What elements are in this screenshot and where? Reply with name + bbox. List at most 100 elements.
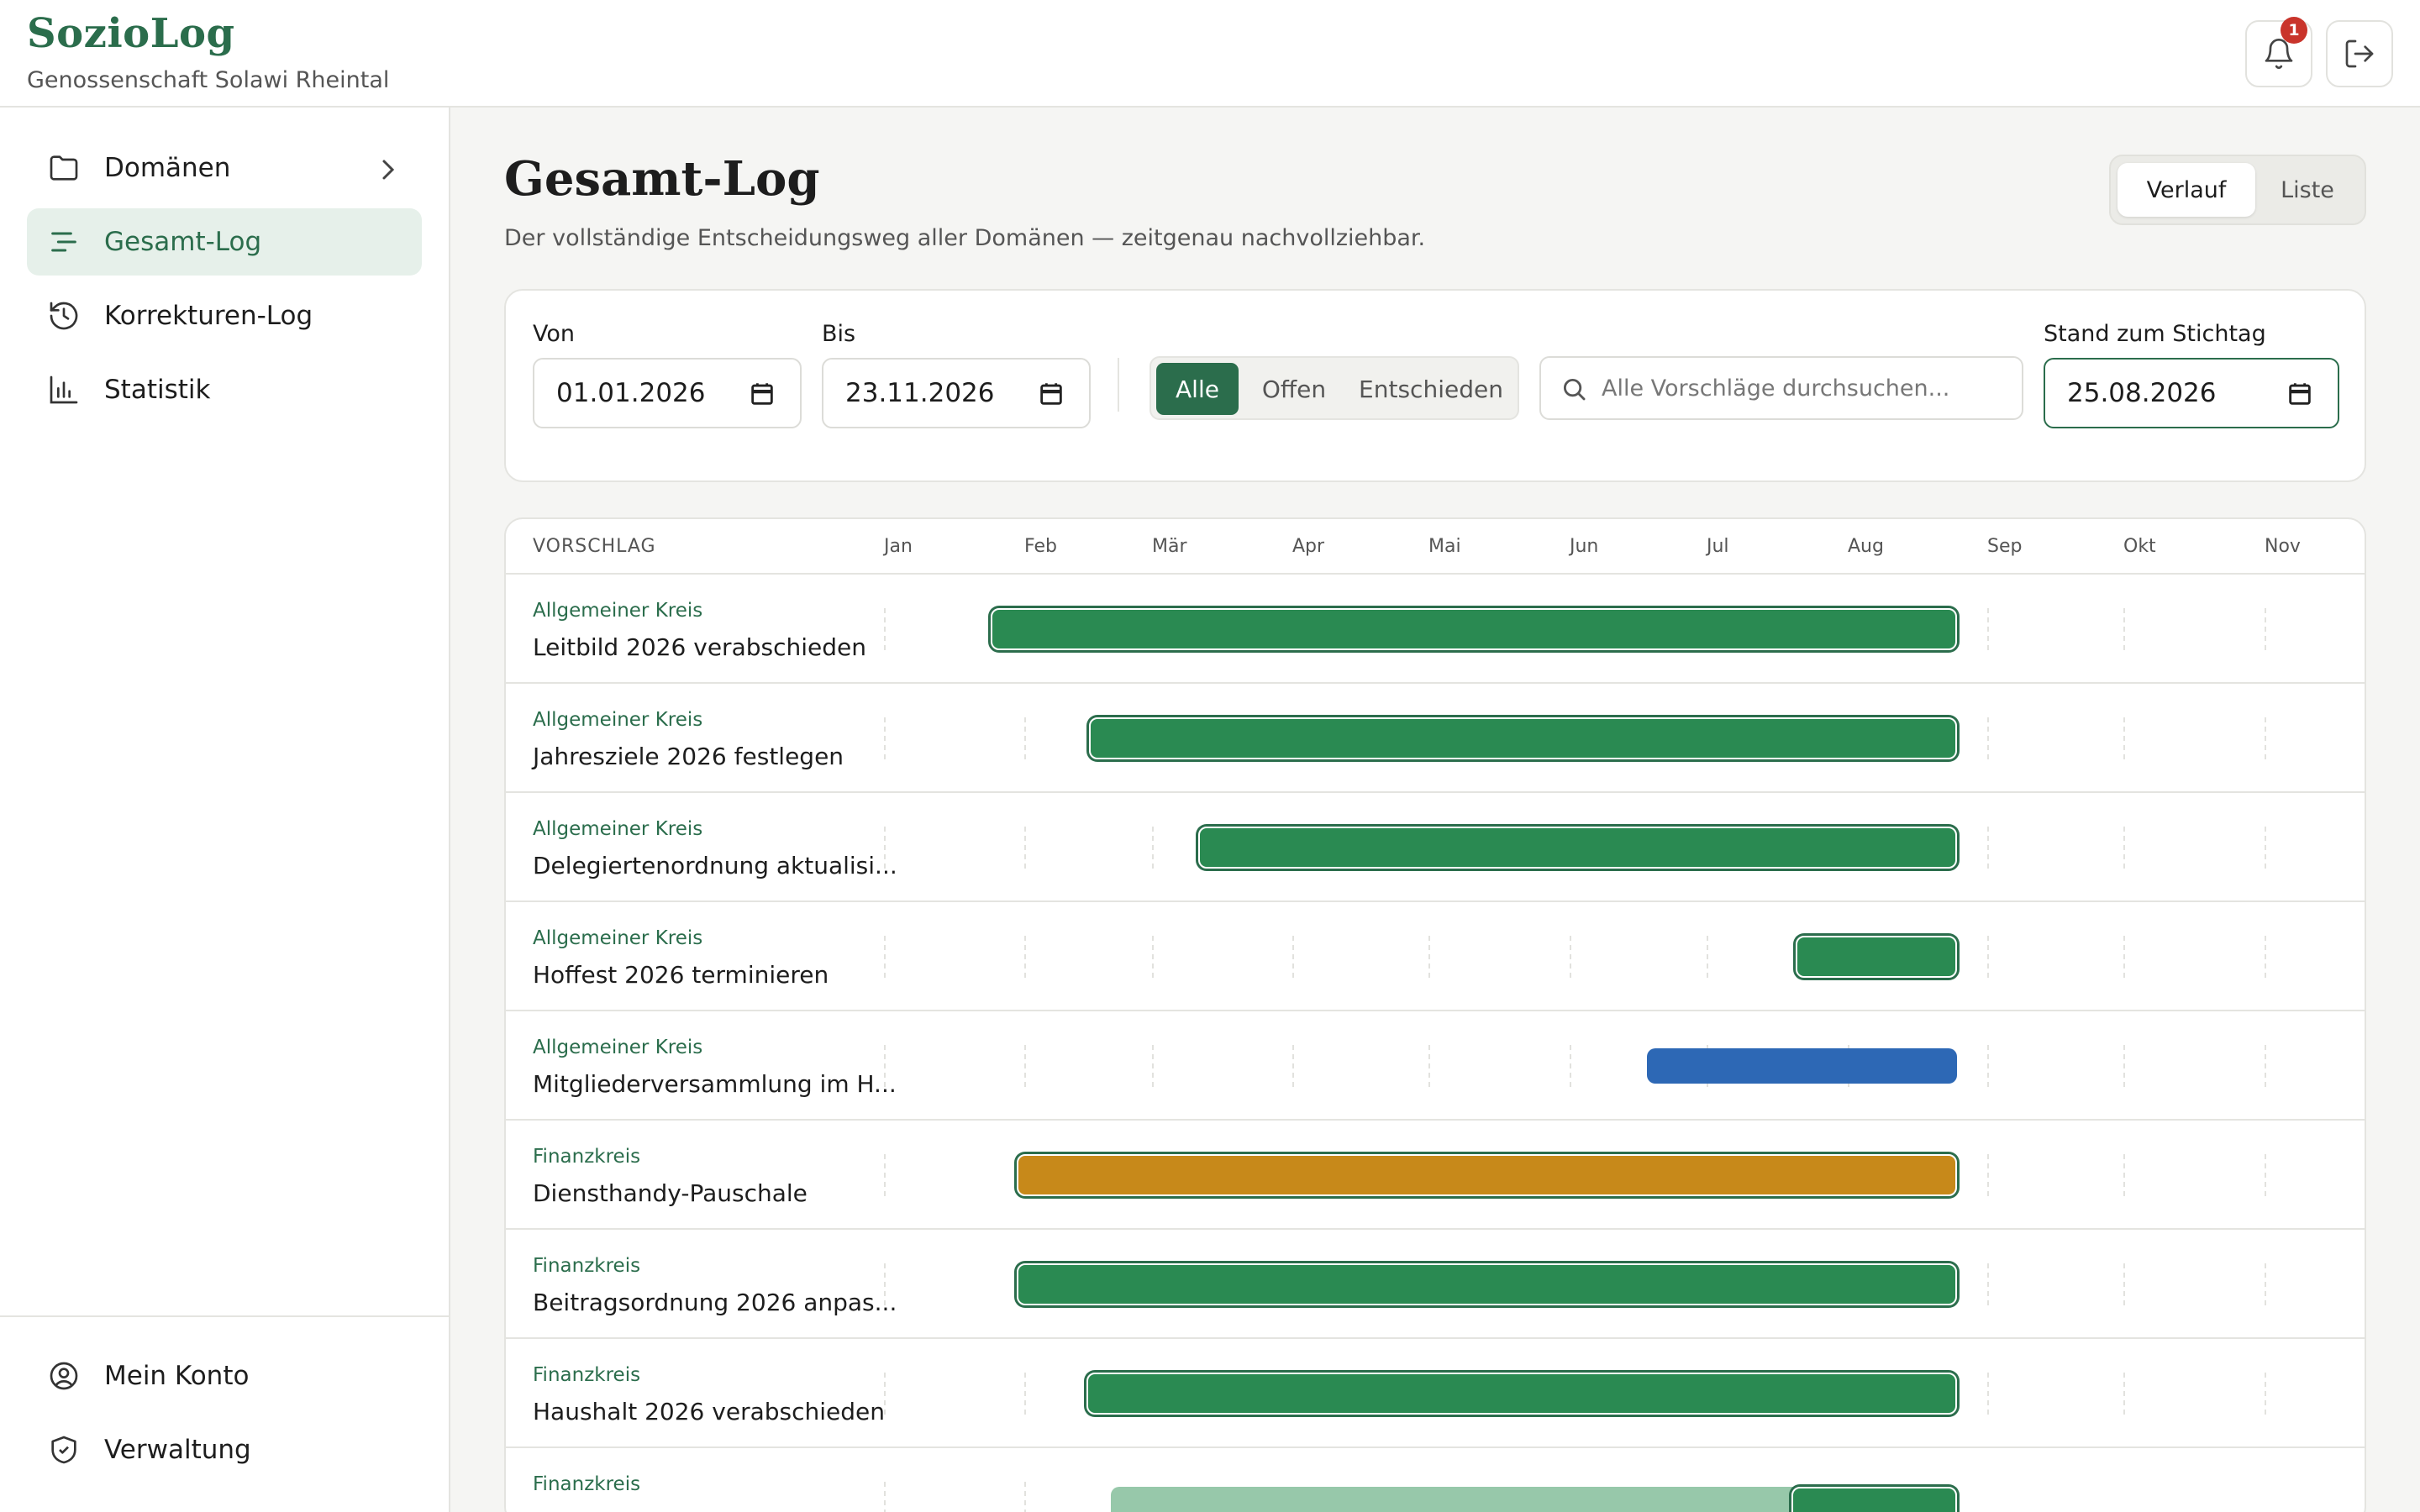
list-icon — [51, 232, 76, 252]
month-gridline — [1024, 1373, 1026, 1415]
month-gridline — [2123, 717, 2125, 759]
status-filter: Alle Offen Entschieden — [1150, 356, 1519, 420]
page-title: Gesamt-Log — [504, 151, 820, 207]
month-gridline — [1987, 936, 1989, 978]
timeline-row[interactable]: Finanzkreis Haushalt 2026 verabschieden — [506, 1339, 2365, 1448]
month-gridline — [884, 827, 886, 869]
calendar-icon[interactable] — [2286, 380, 2314, 408]
row-title: Mitgliederversammlung im H... — [533, 1070, 897, 1098]
notifications-button[interactable]: 1 — [2245, 17, 2312, 87]
timeline-row[interactable]: Finanzkreis Diensthandy-Pauschale — [506, 1121, 2365, 1230]
view-toggle: Verlauf Liste — [2109, 155, 2366, 225]
month-gridline — [1987, 717, 1989, 759]
month-gridline — [1024, 717, 1026, 759]
month-gridline — [1570, 936, 1571, 978]
row-domain: Finanzkreis — [533, 1473, 641, 1495]
month-label: Apr — [1292, 536, 1325, 557]
sidebar-item-verwaltung[interactable]: Verwaltung — [27, 1416, 422, 1483]
logout-icon — [2345, 39, 2374, 68]
month-gridline — [884, 1045, 886, 1087]
sidebar-item-label: Verwaltung — [104, 1435, 251, 1465]
from-date-label: Von — [533, 321, 576, 347]
filter-panel: Von 01.01.2026 Bis 23.11.2026 Alle Offen… — [504, 289, 2366, 482]
row-title: Beitragsordnung 2026 anpas... — [533, 1289, 897, 1316]
sidebar-divider — [0, 1315, 449, 1317]
timeline-row[interactable]: Allgemeiner Kreis Leitbild 2026 verabsch… — [506, 575, 2365, 684]
month-gridline — [1024, 1045, 1026, 1087]
month-label: Mai — [1428, 536, 1461, 557]
proposal-bar-open[interactable] — [1647, 1048, 1957, 1084]
proposal-bar[interactable] — [1089, 717, 1957, 759]
month-label: Nov — [2265, 536, 2301, 557]
month-gridline — [1024, 1482, 1026, 1512]
row-domain: Allgemeiner Kreis — [533, 709, 703, 731]
shield-icon — [51, 1436, 76, 1464]
to-date-input[interactable]: 23.11.2026 — [822, 358, 1091, 428]
month-gridline — [884, 1154, 886, 1196]
month-gridline — [884, 1263, 886, 1305]
calendar-icon[interactable] — [748, 380, 776, 408]
app-header: SozioLog Genossenschaft Solawi Rheintal … — [0, 0, 2420, 108]
search-placeholder: Alle Vorschläge durchsuchen... — [1602, 375, 1950, 402]
sidebar-item-mein-konto[interactable]: Mein Konto — [27, 1342, 422, 1410]
row-domain: Finanzkreis — [533, 1146, 641, 1168]
month-label: Feb — [1024, 536, 1057, 557]
chevron-right-icon — [382, 160, 395, 180]
sidebar-item-korrekturen-log[interactable]: Korrekturen-Log — [27, 282, 422, 349]
from-date-value: 01.01.2026 — [556, 378, 706, 408]
month-label: Jan — [884, 536, 913, 557]
month-gridline — [1707, 936, 1708, 978]
sidebar-item-statistik[interactable]: Statistik — [27, 356, 422, 423]
month-gridline — [1024, 936, 1026, 978]
history-icon — [50, 302, 78, 330]
timeline-row[interactable]: Allgemeiner Kreis Delegiertenordnung akt… — [506, 793, 2365, 902]
app-logo[interactable]: SozioLog — [27, 10, 235, 57]
month-label: Mär — [1152, 536, 1187, 557]
row-domain: Finanzkreis — [533, 1255, 641, 1277]
proposal-bar[interactable] — [1791, 1487, 1957, 1512]
proposal-bar[interactable] — [1796, 936, 1957, 978]
month-gridline — [2265, 936, 2266, 978]
sidebar-item-label: Korrekturen-Log — [104, 301, 313, 331]
proposal-bar[interactable] — [1017, 1263, 1957, 1305]
proposal-bar[interactable] — [991, 608, 1957, 650]
status-entschieden-button[interactable]: Entschieden — [1349, 363, 1512, 415]
timeline-row[interactable]: Finanzkreis — [506, 1448, 2365, 1512]
proposal-bar[interactable] — [1198, 827, 1957, 869]
month-gridline — [2123, 1045, 2125, 1087]
proposal-bar[interactable] — [1017, 1154, 1957, 1196]
logout-button[interactable] — [2326, 20, 2393, 87]
calendar-icon[interactable] — [1037, 380, 1065, 408]
month-gridline — [884, 936, 886, 978]
timeline-row[interactable]: Finanzkreis Beitragsordnung 2026 anpas..… — [506, 1230, 2365, 1339]
month-gridline — [2265, 1263, 2266, 1305]
from-date-input[interactable]: 01.01.2026 — [533, 358, 802, 428]
month-gridline — [1987, 827, 1989, 869]
to-date-label: Bis — [822, 321, 856, 347]
month-gridline — [1570, 1045, 1571, 1087]
status-offen-button[interactable]: Offen — [1247, 363, 1341, 415]
proposal-bar[interactable] — [1086, 1373, 1957, 1415]
month-label: Jul — [1707, 536, 1729, 557]
month-gridline — [1152, 936, 1154, 978]
timeline-row[interactable]: Allgemeiner Kreis Hoffest 2026 terminier… — [506, 902, 2365, 1011]
to-date-value: 23.11.2026 — [845, 378, 995, 408]
row-title: Diensthandy-Pauschale — [533, 1179, 808, 1207]
status-alle-button[interactable]: Alle — [1156, 363, 1239, 415]
row-title: Jahresziele 2026 festlegen — [533, 743, 844, 770]
month-gridline — [884, 608, 886, 650]
sidebar-item-gesamt-log[interactable]: Gesamt-Log — [27, 208, 422, 276]
timeline-row[interactable]: Allgemeiner Kreis Jahresziele 2026 festl… — [506, 684, 2365, 793]
stichtag-date-input[interactable]: 25.08.2026 — [2044, 358, 2339, 428]
month-gridline — [2123, 1154, 2125, 1196]
stichtag-value: 25.08.2026 — [2067, 378, 2217, 408]
stichtag-marker — [1958, 608, 1960, 1512]
view-verlauf-button[interactable]: Verlauf — [2118, 163, 2255, 217]
month-gridline — [2123, 827, 2125, 869]
search-input[interactable]: Alle Vorschläge durchsuchen... — [1539, 356, 2023, 420]
month-gridline — [1987, 1373, 1989, 1415]
timeline-row[interactable]: Allgemeiner Kreis Mitgliederversammlung … — [506, 1011, 2365, 1121]
row-domain: Finanzkreis — [533, 1364, 641, 1386]
sidebar-item-domaenen[interactable]: Domänen — [27, 134, 422, 202]
view-liste-button[interactable]: Liste — [2255, 163, 2360, 217]
